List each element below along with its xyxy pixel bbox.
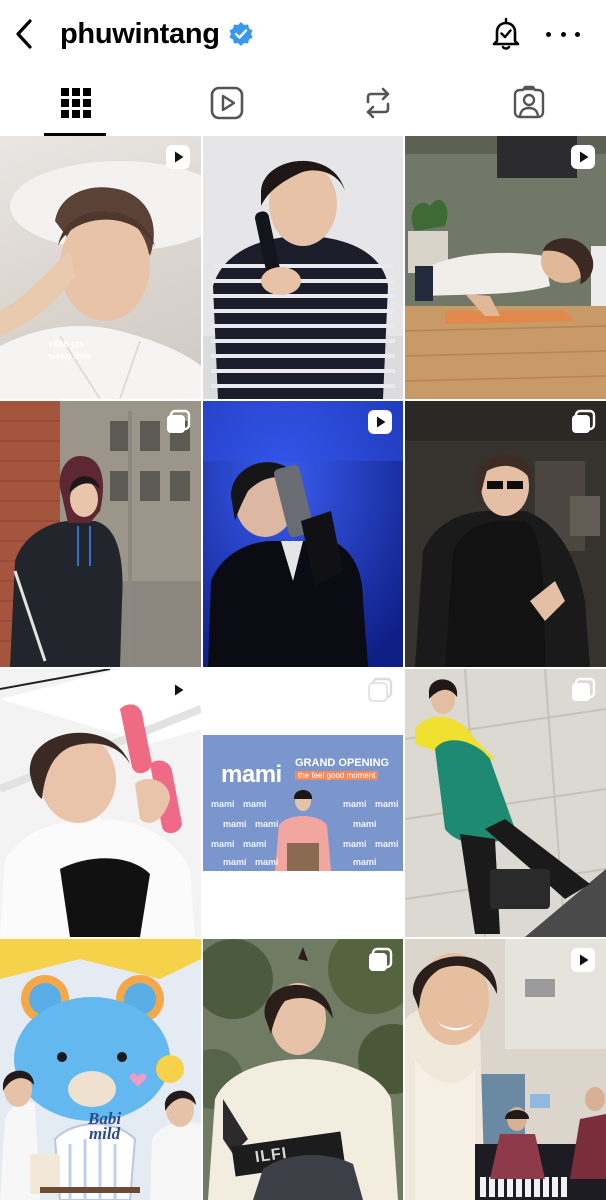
- banner-subtitle: GRAND OPENING: [295, 757, 390, 769]
- post-tile-2[interactable]: [203, 136, 403, 399]
- more-options-button[interactable]: [546, 22, 580, 46]
- backdrop-word: mami: [353, 819, 377, 829]
- more-horizontal-icon: [546, 31, 551, 37]
- post-tile-5[interactable]: [203, 401, 403, 667]
- reel-badge-icon: [571, 145, 595, 169]
- post-tile-7[interactable]: [0, 669, 201, 937]
- backdrop-word: mami: [243, 799, 267, 809]
- post-tile-6[interactable]: [405, 401, 606, 667]
- profile-tabs: [0, 70, 606, 136]
- post-tile-12[interactable]: [405, 939, 606, 1200]
- post-image: [203, 401, 403, 667]
- verified-badge-icon: [228, 21, 254, 47]
- post-caption-line1: +888 pts: [48, 339, 85, 349]
- post-image: [0, 401, 201, 667]
- tab-reposts[interactable]: [302, 70, 453, 136]
- backdrop-word: mami: [243, 839, 267, 849]
- tab-reels[interactable]: [151, 70, 302, 136]
- post-tile-9[interactable]: [405, 669, 606, 937]
- post-image: [0, 161, 201, 399]
- username-row: phuwintang: [60, 14, 254, 54]
- post-tile-1[interactable]: +888 pts sleep time: [0, 136, 201, 399]
- post-tile-10[interactable]: Babi mild: [0, 939, 201, 1200]
- backdrop-word: mami: [223, 857, 247, 867]
- reels-icon: [210, 86, 243, 120]
- post-image: [405, 669, 606, 937]
- backdrop-word: mami: [211, 839, 235, 849]
- post-image: [203, 136, 403, 399]
- back-button[interactable]: [8, 16, 40, 52]
- post-tile-3[interactable]: [405, 136, 606, 399]
- carousel-badge-icon: [369, 947, 393, 971]
- post-tile-11[interactable]: ILFI: [203, 939, 403, 1200]
- tab-tagged[interactable]: [453, 70, 604, 136]
- post-image: [0, 939, 201, 1200]
- tab-posts[interactable]: [0, 70, 151, 136]
- backdrop-word: mami: [343, 799, 367, 809]
- post-caption-line2: sleep time: [48, 351, 93, 361]
- carousel-badge-icon: [167, 409, 191, 433]
- banner-tagline: the feel good moment: [295, 771, 379, 780]
- posts-grid: +888 pts sleep time mami GRAND OPENING t…: [0, 136, 606, 1200]
- notifications-button[interactable]: [488, 16, 524, 52]
- bell-check-icon: [492, 17, 520, 50]
- post-image: [405, 401, 606, 667]
- backdrop-word: mami: [211, 799, 235, 809]
- backdrop-word: mami: [375, 839, 399, 849]
- product-label: Babi mild: [88, 1109, 122, 1143]
- carousel-badge-icon: [572, 677, 596, 701]
- grand-opening-backdrop: mami GRAND OPENING the feel good moment …: [203, 735, 403, 871]
- reel-badge-icon: [368, 410, 392, 434]
- banner-brand: mami: [221, 761, 282, 788]
- reel-badge-icon: [166, 678, 190, 702]
- backdrop-word: mami: [343, 839, 367, 849]
- backdrop-word: mami: [353, 857, 377, 867]
- chevron-left-icon: [16, 19, 32, 49]
- post-image: [405, 136, 606, 399]
- repost-icon: [366, 87, 389, 119]
- post-tile-8[interactable]: mami GRAND OPENING the feel good moment …: [203, 669, 403, 937]
- grid-icon: [60, 88, 91, 118]
- post-image: [0, 669, 201, 937]
- carousel-badge-icon: [368, 677, 393, 702]
- tagged-person-icon: [513, 85, 544, 119]
- profile-header: phuwintang: [0, 0, 606, 70]
- reel-badge-icon: [571, 948, 595, 972]
- post-image: [203, 939, 403, 1200]
- profile-username: phuwintang: [60, 17, 220, 50]
- reel-badge-icon: [166, 145, 190, 169]
- backdrop-word: mami: [375, 799, 399, 809]
- post-image: [405, 939, 606, 1200]
- backdrop-word: mami: [223, 819, 247, 829]
- post-tile-4[interactable]: [0, 401, 201, 667]
- backdrop-word: mami: [255, 857, 279, 867]
- carousel-badge-icon: [572, 409, 596, 433]
- backdrop-word: mami: [255, 819, 279, 829]
